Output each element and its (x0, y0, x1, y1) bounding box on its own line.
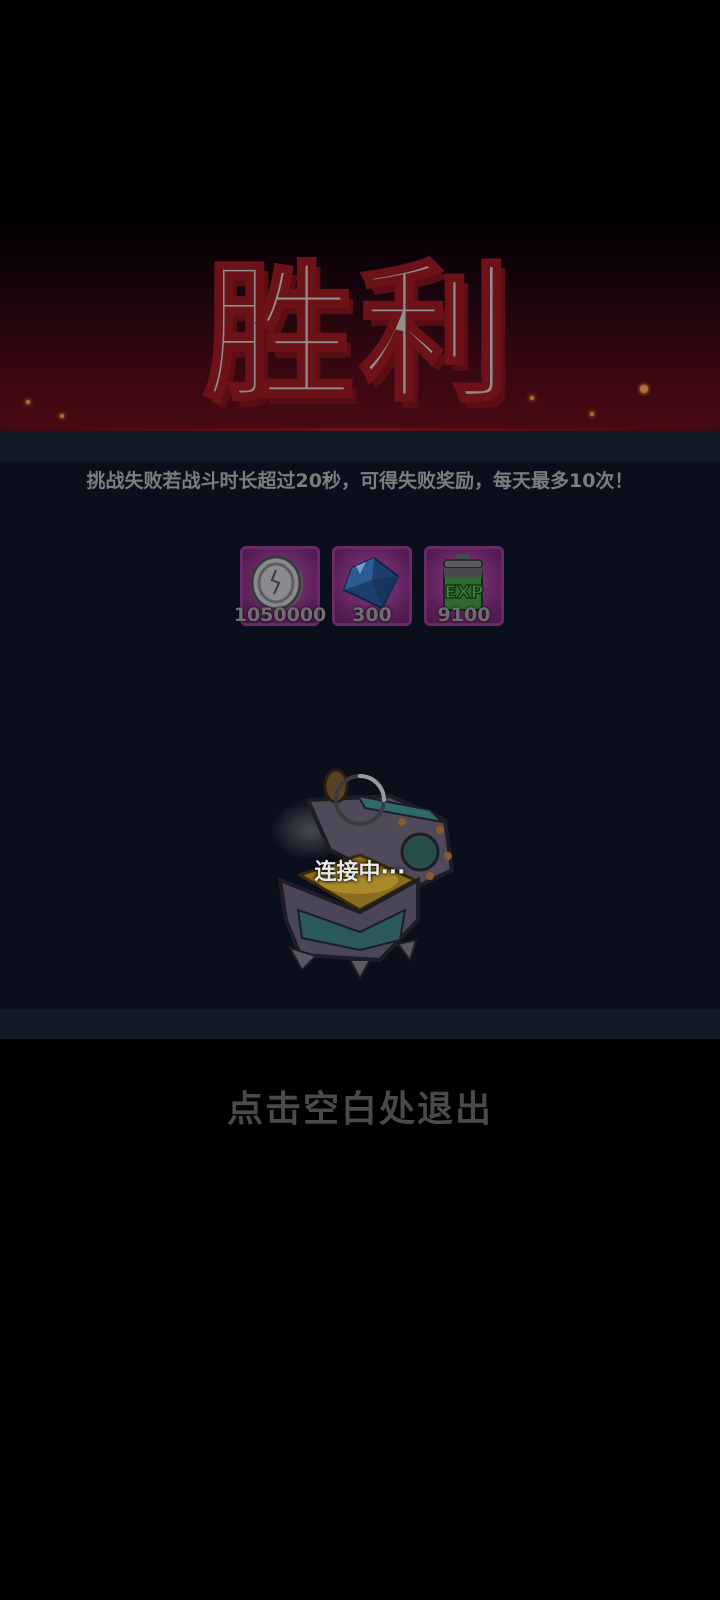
victory-title: 胜利 (202, 248, 516, 422)
reward-item[interactable]: 1050000 (234, 546, 326, 626)
panel-header-strip (0, 431, 720, 461)
panel-footer-strip (0, 1009, 720, 1039)
svg-text:EXP: EXP (444, 582, 483, 603)
reward-item[interactable]: EXP 9100 (424, 546, 504, 626)
reward-amount: 9100 (437, 604, 491, 626)
tap-to-exit-prompt[interactable]: 点击空白处退出 (0, 1080, 720, 1132)
loading-spinner-icon (334, 774, 386, 826)
failure-reward-hint: 挑战失败若战斗时长超过20秒，可得失败奖励，每天最多10次！ (86, 470, 634, 492)
reward-item[interactable]: 300 (332, 546, 412, 626)
loading-status: 连接中··· (314, 860, 406, 885)
